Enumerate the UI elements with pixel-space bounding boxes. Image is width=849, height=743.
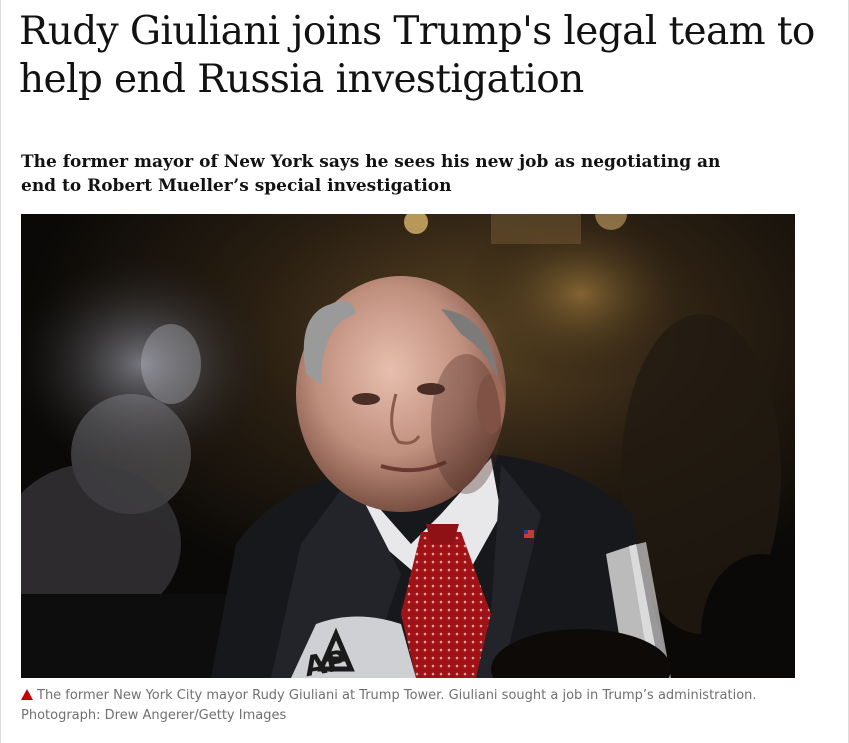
article-page: Rudy Giuliani joins Trump's legal team t… [0, 0, 849, 743]
photo-credit: Photograph: Drew Angerer/Getty Images [21, 708, 287, 723]
photo-caption: The former New York City mayor Rudy Giul… [21, 686, 811, 726]
headline: Rudy Giuliani joins Trump's legal team t… [19, 9, 815, 102]
ap-logo: AP [302, 643, 349, 678]
caption-text: The former New York City mayor Rudy Giul… [37, 688, 757, 703]
main-photo-image: AP [21, 214, 795, 678]
triangle-up-icon [21, 689, 33, 700]
main-photo: AP [21, 214, 795, 678]
standfirst: The former mayor of New York says he see… [21, 152, 721, 196]
